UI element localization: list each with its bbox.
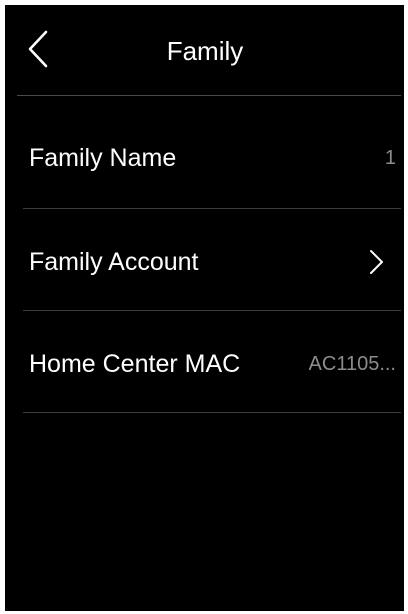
page-title: Family [166,36,244,66]
phone-screen: Family Family Name 1 Family Account Home… [5,5,404,611]
home-center-mac-label: Home Center MAC [29,350,241,378]
back-button[interactable] [27,27,67,71]
row-divider [23,208,401,209]
row-divider [23,412,401,413]
family-account-label: Family Account [29,248,199,276]
chevron-right-icon [368,249,384,275]
family-account-row[interactable]: Family Account [5,212,404,312]
header-divider [17,95,401,96]
home-center-mac-row[interactable]: Home Center MAC AC1105... [5,314,404,414]
header-bar: Family [5,5,404,95]
family-name-label: Family Name [29,144,177,172]
family-name-row[interactable]: Family Name 1 [5,108,404,208]
family-name-value: 1 [384,147,396,169]
row-divider [23,310,401,311]
home-center-mac-value: AC1105... [308,353,396,375]
chevron-left-icon [27,29,49,69]
